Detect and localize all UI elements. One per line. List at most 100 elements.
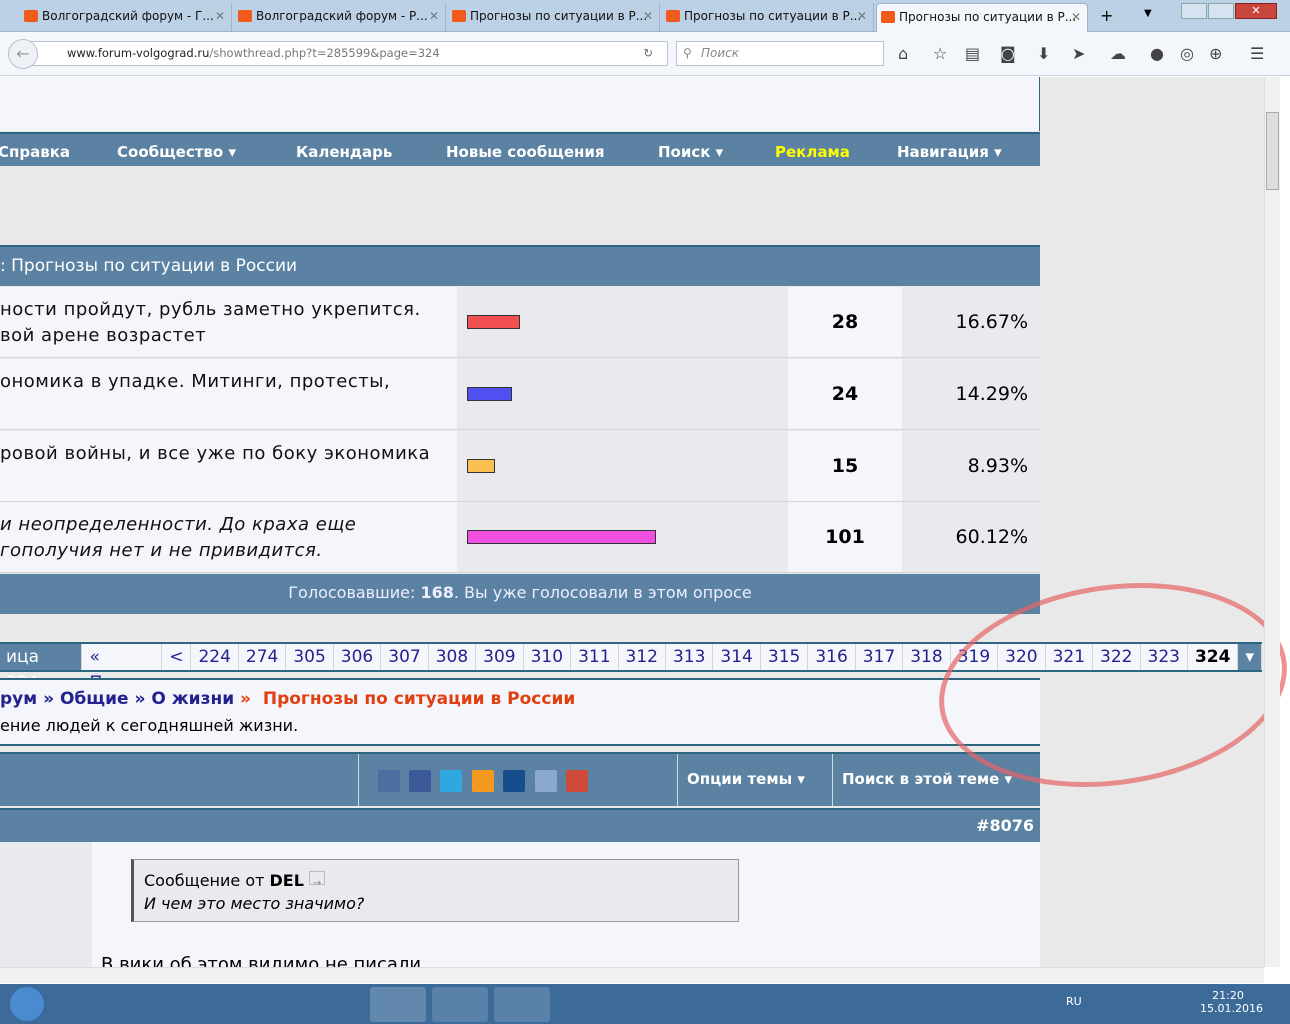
close-tab-icon[interactable]: ✕ [1071, 4, 1081, 31]
forum-favicon-icon [238, 10, 252, 22]
pager-page[interactable]: 314 [713, 644, 761, 670]
pager-page[interactable]: 309 [476, 644, 524, 670]
url-bar[interactable]: www.forum-volgograd.ru/showthread.php?t=… [8, 41, 668, 66]
browser-tab[interactable]: Прогнозы по ситуации в Р... ✕ [448, 3, 660, 32]
pager-page[interactable]: 308 [429, 644, 477, 670]
mailru-share-icon[interactable] [503, 770, 525, 792]
cloud-icon[interactable]: ☁ [1110, 44, 1126, 63]
menu-icon[interactable]: ☰ [1250, 44, 1264, 63]
pager-page[interactable]: 312 [619, 644, 666, 670]
reload-icon[interactable]: ↻ [643, 42, 653, 65]
pager-page[interactable]: 274 [239, 644, 287, 670]
media-player-icon[interactable] [122, 987, 178, 1022]
clock[interactable]: 21:20 15.01.2016 [1200, 989, 1263, 1015]
menu-new-posts[interactable]: Новые сообщения [446, 143, 605, 161]
pager-page[interactable]: 313 [666, 644, 714, 670]
start-button[interactable] [10, 987, 44, 1021]
bookmark-star-icon[interactable]: ☆ [933, 44, 947, 63]
poll-option: и неопределенности. До краха еще гополучи… [0, 502, 1040, 573]
forum-favicon-icon [881, 11, 895, 23]
tab-bar: Волгоградский форум - Г... ✕ Волгоградски… [0, 0, 1290, 32]
pager-page[interactable]: 307 [381, 644, 429, 670]
odnoklassniki-share-icon[interactable] [472, 770, 494, 792]
browser-tab[interactable]: Волгоградский форум - Р... ✕ [234, 3, 446, 32]
menu-search[interactable]: Поиск ▾ [658, 143, 723, 161]
menu-calendar[interactable]: Календарь [296, 143, 392, 161]
horizontal-scrollbar[interactable] [0, 967, 1264, 983]
close-tab-icon[interactable]: ✕ [857, 3, 867, 30]
pager-page[interactable]: 306 [334, 644, 382, 670]
taskbar: RU 21:20 15.01.2016 [0, 984, 1290, 1024]
close-tab-icon[interactable]: ✕ [429, 3, 439, 30]
post-header: #8076 [0, 808, 1040, 842]
forum-favicon-icon [452, 10, 466, 22]
poll-option: ности пройдут, рубль заметно укрепится. в… [0, 287, 1040, 358]
vertical-scrollbar[interactable] [1264, 77, 1280, 967]
minimize-icon[interactable] [1181, 3, 1207, 19]
poll-option: ономика в упадке. Митинги, протесты, 24 14… [0, 359, 1040, 430]
skype-icon[interactable] [494, 987, 550, 1022]
back-icon[interactable]: ← [8, 39, 38, 69]
chrome-icon[interactable] [308, 987, 364, 1022]
close-tab-icon[interactable]: ✕ [643, 3, 653, 30]
googleplus-share-icon[interactable] [566, 770, 588, 792]
app-icon[interactable] [246, 987, 302, 1022]
home-icon[interactable]: ⌂ [898, 44, 908, 63]
send-icon[interactable]: ➤ [1072, 44, 1085, 63]
pocket-icon[interactable]: ◙ [1000, 44, 1016, 63]
pager-first[interactable]: « Первая [82, 644, 163, 693]
pager-page[interactable]: 315 [761, 644, 809, 670]
forum-menu: Справка Сообщество ▾ Календарь Новые соо… [0, 132, 1040, 166]
pager-page[interactable]: 316 [808, 644, 856, 670]
post-number[interactable]: #8076 [976, 816, 1034, 835]
ie-icon[interactable] [62, 987, 118, 1022]
extension-icon[interactable]: ◎ [1180, 44, 1194, 63]
poll-bar [467, 315, 520, 329]
firefox-icon[interactable] [370, 987, 426, 1022]
post-text: В вики об этом видимо не писали [101, 954, 422, 967]
tab-list-icon[interactable]: ▼ [1144, 8, 1152, 19]
browser-tab-active[interactable]: Прогнозы по ситуации в Р... ✕ [876, 3, 1088, 32]
twitter-share-icon[interactable] [440, 770, 462, 792]
pager-page[interactable]: 318 [903, 644, 951, 670]
facebook-share-icon[interactable] [409, 770, 431, 792]
close-tab-icon[interactable]: ✕ [215, 3, 225, 30]
pager-page[interactable]: 305 [286, 644, 334, 670]
search-input[interactable]: ⚲ Поиск [676, 41, 884, 66]
quote-box: Сообщение от DEL → И чем это место значи… [131, 859, 739, 922]
menu-community[interactable]: Сообщество ▾ [117, 143, 236, 161]
pager-page[interactable]: 317 [856, 644, 904, 670]
view-post-icon[interactable]: → [309, 871, 326, 889]
new-tab-icon[interactable]: + [1100, 6, 1113, 25]
thread-search-button[interactable]: Поиск в этой теме ▾ [842, 770, 1012, 788]
bookmarks-list-icon[interactable]: ▤ [965, 44, 980, 63]
pager-page[interactable]: 311 [571, 644, 619, 670]
file-manager-icon[interactable] [184, 987, 240, 1022]
download-icon[interactable]: ⬇ [1037, 44, 1050, 63]
globe-icon[interactable]: ⊕ [1209, 44, 1222, 63]
browser-tab[interactable]: Прогнозы по ситуации в Р... ✕ [662, 3, 874, 32]
close-window-icon[interactable]: ✕ [1235, 3, 1277, 19]
utorrent-icon[interactable] [432, 987, 488, 1022]
menu-navigation[interactable]: Навигация ▾ [897, 143, 1002, 161]
breadcrumb-current: Прогнозы по ситуации в России [262, 689, 576, 709]
poll-option: ровой войны, и все уже по боку экономика… [0, 431, 1040, 502]
poll-bar [467, 459, 495, 473]
pager-page[interactable]: 310 [524, 644, 572, 670]
poll-footer: Голосовавшие: 168. Вы уже голосовали в э… [0, 574, 1040, 614]
vk-share-icon[interactable] [378, 770, 400, 792]
livejournal-share-icon[interactable] [535, 770, 557, 792]
chat-icon[interactable]: ● [1150, 44, 1164, 63]
poll-bar [467, 387, 512, 401]
language-indicator[interactable]: RU [1066, 995, 1082, 1008]
pager-page[interactable]: 224 [191, 644, 239, 670]
menu-help[interactable]: Справка [0, 143, 70, 161]
thread-options-button[interactable]: Опции темы ▾ [687, 770, 805, 788]
forum-favicon-icon [24, 10, 38, 22]
pager-label: ица 324 из 324 [0, 644, 83, 719]
pager-prev[interactable]: < [162, 644, 192, 670]
browser-tab[interactable]: Волгоградский форум - Г... ✕ [20, 3, 232, 32]
web-page: Справка Сообщество ▾ Календарь Новые соо… [0, 77, 1264, 967]
menu-ads[interactable]: Реклама [775, 143, 850, 161]
restore-icon[interactable] [1208, 3, 1234, 19]
